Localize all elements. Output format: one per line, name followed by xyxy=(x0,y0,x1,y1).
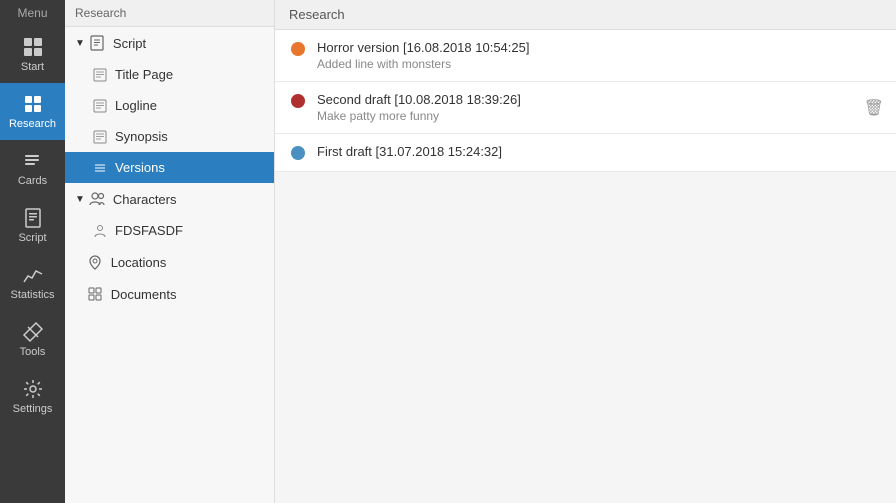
menu-label: Menu xyxy=(0,0,65,26)
sidebar-item-settings[interactable]: Settings xyxy=(0,368,65,425)
delete-button-v2[interactable]: 🗑 xyxy=(864,98,884,118)
logline-icon xyxy=(93,99,107,113)
cards-icon xyxy=(22,150,44,172)
main-area: Research Horror version [16.08.2018 10:5… xyxy=(275,0,896,503)
versions-list: Horror version [16.08.2018 10:54:25] Adde… xyxy=(275,30,896,503)
version-content-v2: Second draft [10.08.2018 18:39:26] Make p… xyxy=(317,92,880,123)
version-dot-v2 xyxy=(291,94,305,108)
settings-icon xyxy=(22,378,44,400)
sidebar-label-settings: Settings xyxy=(13,403,53,415)
version-dot-v1 xyxy=(291,42,305,56)
statistics-icon xyxy=(22,264,44,286)
tree-label-characters: Characters xyxy=(113,192,177,207)
sidebar-label-statistics: Statistics xyxy=(10,289,54,301)
tree-item-title-page[interactable]: Title Page xyxy=(65,59,274,90)
version-subtitle-v1: Added line with monsters xyxy=(317,57,880,71)
main-header: Research xyxy=(275,0,896,30)
version-title-v2: Second draft [10.08.2018 18:39:26] xyxy=(317,92,880,107)
arrow-characters: ▼ xyxy=(75,194,85,205)
tree-item-documents[interactable]: ▶ Documents xyxy=(65,278,274,310)
arrow-script: ▼ xyxy=(75,38,85,49)
synopsis-icon xyxy=(93,130,107,144)
sidebar-item-script[interactable]: Script xyxy=(0,197,65,254)
locations-icon xyxy=(87,254,103,270)
sidebar-label-cards: Cards xyxy=(18,175,47,187)
version-item-v2[interactable]: Second draft [10.08.2018 18:39:26] Make p… xyxy=(275,82,896,134)
icon-sidebar: Menu Start Research Cards xyxy=(0,0,65,503)
tree-sidebar: Research ▼ Script Title Page xyxy=(65,0,275,503)
sidebar-item-tools[interactable]: Tools xyxy=(0,311,65,368)
version-dot-v3 xyxy=(291,146,305,160)
tools-icon xyxy=(22,321,44,343)
tree-top-bar: Research xyxy=(65,0,274,27)
tree-item-locations[interactable]: ▶ Locations xyxy=(65,246,274,278)
version-title-v1: Horror version [16.08.2018 10:54:25] xyxy=(317,40,880,55)
versions-icon xyxy=(93,161,107,175)
sidebar-item-start[interactable]: Start xyxy=(0,26,65,83)
script-icon xyxy=(22,207,44,229)
tree-label-script: Script xyxy=(113,36,146,51)
sidebar-label-research: Research xyxy=(9,118,56,130)
title-page-icon xyxy=(93,68,107,82)
tree-label-versions: Versions xyxy=(115,160,165,175)
tree-item-synopsis[interactable]: Synopsis xyxy=(65,121,274,152)
research-icon xyxy=(22,93,44,115)
tree-item-logline[interactable]: Logline xyxy=(65,90,274,121)
sidebar-item-research[interactable]: Research xyxy=(0,83,65,140)
version-title-v3: First draft [31.07.2018 15:24:32] xyxy=(317,144,880,159)
version-subtitle-v2: Make patty more funny xyxy=(317,109,880,123)
version-item-v3[interactable]: First draft [31.07.2018 15:24:32] xyxy=(275,134,896,172)
version-content-v3: First draft [31.07.2018 15:24:32] xyxy=(317,144,880,161)
sidebar-item-statistics[interactable]: Statistics xyxy=(0,254,65,311)
tree-item-characters[interactable]: ▼ Characters xyxy=(65,183,274,215)
tree-label-synopsis: Synopsis xyxy=(115,129,168,144)
tree-item-versions[interactable]: Versions xyxy=(65,152,274,183)
tree-label-locations: Locations xyxy=(111,255,167,270)
character-person-icon xyxy=(93,224,107,238)
tree-label-documents: Documents xyxy=(111,287,177,302)
sidebar-label-start: Start xyxy=(21,61,44,73)
characters-icon xyxy=(89,191,105,207)
documents-icon xyxy=(87,286,103,302)
script-tree-icon xyxy=(89,35,105,51)
tree-label-logline: Logline xyxy=(115,98,157,113)
version-item-v1[interactable]: Horror version [16.08.2018 10:54:25] Adde… xyxy=(275,30,896,82)
tree-item-fdsfasdf[interactable]: FDSFASDF xyxy=(65,215,274,246)
grid-icon xyxy=(22,36,44,58)
sidebar-item-cards[interactable]: Cards xyxy=(0,140,65,197)
tree-label-title-page: Title Page xyxy=(115,67,173,82)
tree-label-fdsfasdf: FDSFASDF xyxy=(115,223,183,238)
sidebar-label-script: Script xyxy=(18,232,46,244)
tree-item-script[interactable]: ▼ Script xyxy=(65,27,274,59)
version-content-v1: Horror version [16.08.2018 10:54:25] Adde… xyxy=(317,40,880,71)
sidebar-label-tools: Tools xyxy=(20,346,46,358)
